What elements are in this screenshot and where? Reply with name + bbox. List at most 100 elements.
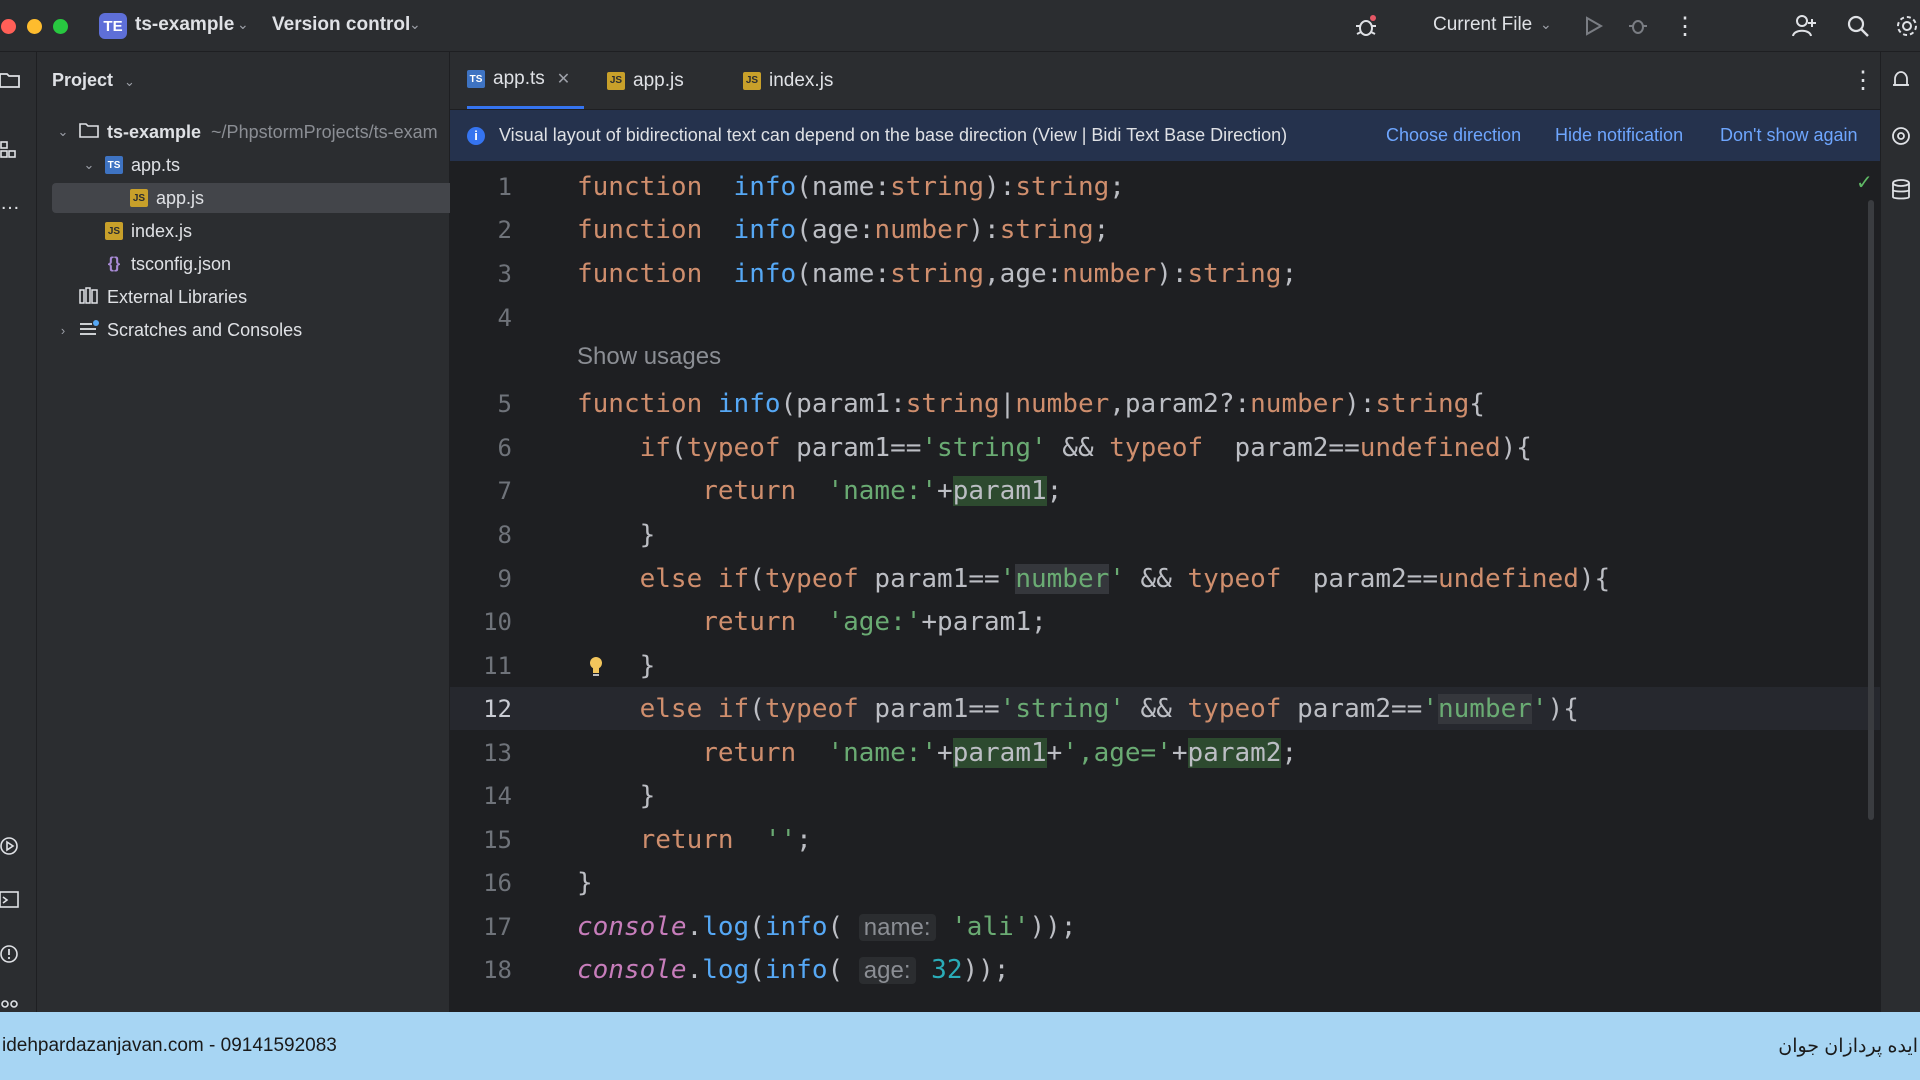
- line-number: 1: [497, 172, 512, 201]
- close-tab-icon[interactable]: ✕: [557, 69, 570, 89]
- code-text: return '';: [639, 824, 812, 855]
- folder-icon: [79, 122, 99, 143]
- tree-item-label: index.js: [131, 220, 193, 241]
- search-icon[interactable]: [1842, 10, 1874, 42]
- tree-item-external-libraries[interactable]: External Libraries: [37, 282, 491, 312]
- project-path: ~/PhpstormProjects/ts-exam: [211, 121, 438, 142]
- line-number: 10: [483, 607, 512, 636]
- line-number: 16: [483, 868, 512, 897]
- tabs-more-icon[interactable]: ⋮: [1851, 66, 1875, 95]
- json-file-icon: {}: [107, 255, 121, 272]
- hide-notification-link[interactable]: Hide notification: [1555, 125, 1683, 146]
- tree-item-label: tsconfig.json: [131, 253, 232, 274]
- tree-item-tsconfig[interactable]: {} tsconfig.json: [37, 249, 517, 279]
- chevron-down-icon: ⌄: [1540, 16, 1552, 32]
- ai-assistant-icon[interactable]: [1889, 124, 1913, 153]
- project-panel-title[interactable]: Project ⌄: [52, 70, 135, 91]
- code-text: }: [639, 780, 656, 811]
- services-icon[interactable]: [0, 836, 20, 856]
- choose-direction-link[interactable]: Choose direction: [1386, 125, 1521, 146]
- typescript-file-icon: TS: [105, 156, 123, 174]
- chevron-down-icon: ⌄: [57, 124, 69, 139]
- project-badge[interactable]: TE: [99, 13, 127, 39]
- minimize-window-button[interactable]: [27, 19, 42, 34]
- parameter-hint: age:: [858, 956, 916, 984]
- project-tool-window: Project ⌄ ⌄ ts-example ~/PhpstormProject…: [37, 52, 511, 1012]
- line-number: 9: [497, 564, 512, 593]
- line-number: 15: [483, 825, 512, 854]
- problems-icon[interactable]: [0, 944, 20, 964]
- tree-item-label: app.js: [156, 187, 205, 208]
- show-usages-link[interactable]: Show usages: [577, 343, 721, 371]
- line-number: 11: [483, 651, 512, 680]
- code-line: 10 return 'age:'+param1;: [450, 600, 1880, 643]
- database-icon[interactable]: [1889, 178, 1913, 207]
- code-line: 1 function info(name:string):string;: [450, 165, 1880, 208]
- code-editor[interactable]: 1 function info(name:string):string; 2 f…: [450, 162, 1880, 1004]
- code-text: function info(age:number):string;: [577, 214, 1110, 245]
- chevron-down-icon: ⌄: [237, 16, 249, 32]
- close-window-button[interactable]: [1, 19, 16, 34]
- code-line: 4: [450, 296, 1880, 339]
- code-text: }: [639, 519, 656, 550]
- structure-icon[interactable]: [0, 140, 20, 160]
- title-bar: TE ts-example ⌄ Version control ⌄ Curren…: [0, 0, 1920, 52]
- run-icon[interactable]: [1577, 10, 1609, 42]
- notification-message: Visual layout of bidirectional text can …: [499, 125, 1288, 145]
- lightbulb-icon[interactable]: [588, 655, 604, 682]
- scratches-icon: [79, 319, 99, 342]
- code-line: 3 function info(name:string,age:number):…: [450, 252, 1880, 295]
- folder-icon[interactable]: [0, 70, 20, 90]
- more-tools-icon[interactable]: …: [0, 192, 20, 214]
- project-selector[interactable]: ts-example: [135, 14, 234, 36]
- line-number: 18: [483, 955, 512, 984]
- code-line: 5 function info(param1:string|number,par…: [450, 382, 1880, 425]
- line-number: 8: [497, 520, 512, 549]
- line-number: 7: [497, 476, 512, 505]
- code-text: return 'age:'+param1;: [702, 606, 1047, 637]
- code-text: console.log(info( age: 32));: [577, 954, 1010, 985]
- tab-label: app.ts: [493, 68, 545, 89]
- chevron-down-icon: ⌄: [83, 157, 95, 172]
- usages-hint-row: Show usages: [450, 339, 1880, 375]
- tab-label: app.js: [633, 69, 684, 91]
- add-user-icon[interactable]: [1788, 10, 1820, 42]
- line-number: 14: [483, 781, 512, 810]
- bug-icon[interactable]: [1350, 10, 1382, 42]
- line-number: 12: [483, 694, 512, 723]
- tab-index-js[interactable]: JS index.js: [743, 52, 833, 109]
- line-number: 4: [497, 303, 512, 332]
- terminal-icon[interactable]: [0, 890, 20, 910]
- tree-item-scratches[interactable]: › Scratches and Consoles: [37, 315, 467, 345]
- tree-item-label: Scratches and Consoles: [107, 319, 303, 340]
- gear-icon[interactable]: [1893, 10, 1920, 42]
- watermark-footer: idehpardazanjavan.com - 09141592083 ایده…: [0, 1012, 1920, 1080]
- bidi-notification: i Visual layout of bidirectional text ca…: [450, 110, 1880, 162]
- code-line: 15 return '';: [450, 818, 1880, 861]
- no-problems-check-icon[interactable]: ✓: [1856, 170, 1873, 195]
- code-line: 2 function info(age:number):string;: [450, 208, 1880, 251]
- editor-scrollbar[interactable]: [1868, 200, 1874, 820]
- zoom-window-button[interactable]: [53, 19, 68, 34]
- tree-item-app-js[interactable]: JS app.js: [52, 183, 511, 213]
- code-line: 7 return 'name:'+param1;: [450, 469, 1880, 512]
- debug-icon[interactable]: [1622, 10, 1654, 42]
- tool-window-strip: …: [0, 52, 37, 1012]
- tree-item-ts-example[interactable]: ⌄ ts-example ~/PhpstormProjects/ts-exam: [37, 117, 467, 147]
- dont-show-again-link[interactable]: Don't show again: [1720, 125, 1858, 146]
- javascript-file-icon: JS: [105, 222, 123, 240]
- more-actions-icon[interactable]: ⋮: [1669, 10, 1701, 42]
- code-line: 6 if(typeof param1=='string' && typeof p…: [450, 426, 1880, 469]
- notifications-bell-icon[interactable]: [1889, 68, 1913, 97]
- tree-item-label: External Libraries: [107, 286, 248, 307]
- code-text: return 'name:'+param1+',age='+param2;: [702, 737, 1298, 768]
- tree-item-index-js[interactable]: JS index.js: [37, 216, 517, 246]
- code-line-current: 12 else if(typeof param1=='string' && ty…: [450, 687, 1880, 730]
- tree-item-app-ts[interactable]: ⌄ TS app.ts: [37, 150, 493, 180]
- vcs-menu[interactable]: Version control: [272, 14, 410, 36]
- project-panel-label: Project: [52, 70, 114, 90]
- footer-brand: ایده پردازان جوان: [1778, 1035, 1918, 1057]
- tab-app-js[interactable]: JS app.js: [607, 52, 684, 109]
- tab-app-ts[interactable]: TS app.ts ✕: [467, 52, 585, 109]
- run-configuration-selector[interactable]: Current File: [1433, 14, 1532, 36]
